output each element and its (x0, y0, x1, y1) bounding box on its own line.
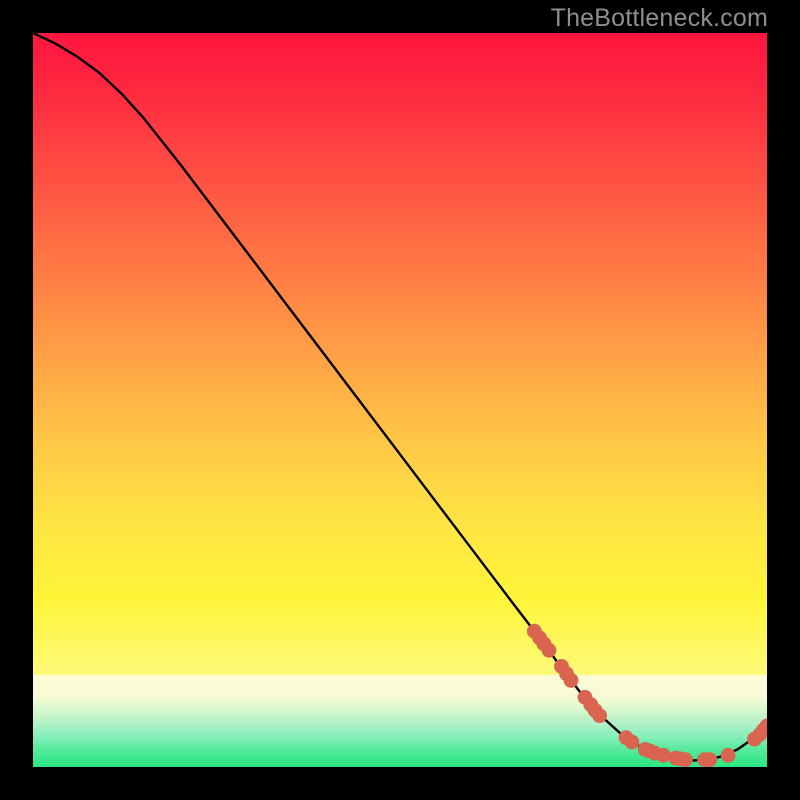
plot-svg (33, 33, 767, 767)
data-dot (625, 735, 640, 750)
data-dot (564, 673, 579, 688)
data-dot (678, 752, 693, 767)
data-dot (656, 748, 671, 763)
gradient-background (33, 33, 767, 767)
data-dot (721, 748, 736, 763)
chart-stage: TheBottleneck.com (0, 0, 800, 800)
plot-area (33, 33, 767, 767)
data-dot (542, 643, 557, 658)
watermark-text: TheBottleneck.com (551, 4, 768, 33)
data-dot (592, 708, 607, 723)
data-dot (702, 752, 717, 767)
